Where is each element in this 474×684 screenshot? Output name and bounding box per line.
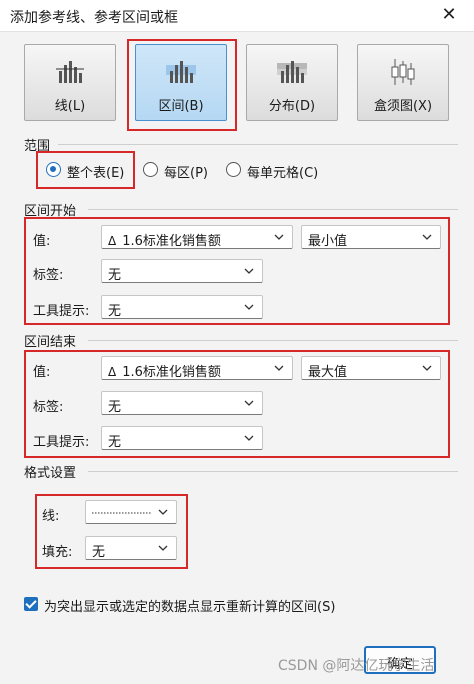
recalc-checkbox-label[interactable]: 为突出显示或选定的数据点显示重新计算的区间(S) [44, 596, 335, 615]
band-end-label-dropdown[interactable]: 无 [101, 391, 263, 415]
band-start-divider [88, 209, 458, 210]
band-end-section-label: 区间结束 [24, 335, 77, 350]
scope-divider [58, 144, 458, 145]
distribution-type-label: 分布(D) [268, 99, 316, 114]
chevron-down-icon [158, 545, 168, 551]
add-reference-band-dialog: 添加参考线、参考区间或框 ✕ 线(L) 区间(B) 分布(D) 盒须图(X) 范… [0, 0, 474, 684]
scope-option-label: 整个表(E) [67, 166, 125, 181]
band-end-value-dropdown[interactable]: Δ 1.6标准化销售额 [101, 356, 293, 380]
band-type-label: 区间(B) [158, 99, 204, 114]
boxplot-chart-icon [391, 59, 415, 85]
boxplot-type-button[interactable]: 盒须图(X) [357, 44, 449, 121]
band-end-aggregation-dropdown[interactable]: 最大值 [301, 356, 441, 380]
scope-option-label: 每单元格(C) [247, 166, 319, 181]
distribution-type-button[interactable]: 分布(D) [246, 44, 338, 121]
title-bar: 添加参考线、参考区间或框 ✕ [0, 0, 474, 32]
combo-value: 无 [108, 268, 122, 283]
field-name: 1.6标准化销售额 [122, 365, 221, 380]
band-end-value-label: 值: [33, 365, 51, 380]
line-chart-icon [56, 61, 84, 83]
delta-icon: Δ [108, 365, 117, 379]
chevron-down-icon [244, 400, 254, 406]
band-type-button[interactable]: 区间(B) [135, 44, 227, 121]
band-start-tooltip-dropdown[interactable]: 无 [101, 295, 263, 319]
band-end-divider [88, 340, 458, 341]
band-chart-icon [166, 61, 196, 83]
delta-icon: Δ [108, 234, 117, 248]
radio-unselected-icon [143, 162, 158, 177]
chevron-down-icon [274, 234, 284, 240]
format-line-label: 线: [42, 509, 60, 524]
band-start-value-dropdown[interactable]: Δ 1.6标准化销售额 [101, 225, 293, 249]
watermark-text: CSDN @阿达亿玩学生活 [278, 658, 435, 674]
scope-option-label: 每区(P) [164, 166, 208, 181]
chevron-down-icon [274, 365, 284, 371]
combo-value: 最小值 [308, 234, 348, 249]
band-start-value-label: 值: [33, 234, 51, 249]
distribution-chart-icon [277, 61, 307, 83]
combo-value: 最大值 [308, 365, 348, 380]
chevron-down-icon [158, 509, 168, 515]
chevron-down-icon [422, 234, 432, 240]
combo-value: 无 [108, 400, 122, 415]
band-end-label-label: 标签: [33, 400, 64, 415]
line-type-label: 线(L) [54, 99, 86, 114]
band-end-tooltip-dropdown[interactable]: 无 [101, 426, 263, 450]
band-start-label-dropdown[interactable]: 无 [101, 259, 263, 283]
dialog-title: 添加参考线、参考区间或框 [10, 10, 178, 26]
line-type-button[interactable]: 线(L) [24, 44, 116, 121]
close-icon[interactable]: ✕ [438, 4, 460, 26]
band-end-tooltip-label: 工具提示: [33, 435, 90, 450]
chevron-down-icon [422, 365, 432, 371]
field-name: 1.6标准化销售额 [122, 234, 221, 249]
radio-selected-icon [46, 162, 61, 177]
band-start-section-label: 区间开始 [24, 204, 77, 219]
format-section-label: 格式设置 [24, 466, 77, 481]
chevron-down-icon [244, 268, 254, 274]
chevron-down-icon [244, 304, 254, 310]
scope-section-label: 范围 [24, 139, 51, 154]
combo-value: 无 [92, 545, 106, 560]
band-start-tooltip-label: 工具提示: [33, 304, 90, 319]
band-start-aggregation-dropdown[interactable]: 最小值 [301, 225, 441, 249]
combo-value: Δ 1.6标准化销售额 [108, 361, 221, 380]
radio-unselected-icon [226, 162, 241, 177]
recalc-checkbox[interactable] [24, 597, 38, 611]
format-divider [88, 471, 458, 472]
boxplot-type-label: 盒须图(X) [373, 99, 433, 114]
format-fill-label: 填充: [42, 545, 73, 560]
combo-value: Δ 1.6标准化销售额 [108, 230, 221, 249]
combo-value: 无 [108, 304, 122, 319]
band-start-label-label: 标签: [33, 268, 64, 283]
format-fill-dropdown[interactable]: 无 [85, 536, 177, 560]
dotted-line-sample-icon [92, 512, 152, 514]
combo-value: 无 [108, 435, 122, 450]
chevron-down-icon [244, 435, 254, 441]
format-line-dropdown[interactable] [85, 500, 177, 524]
